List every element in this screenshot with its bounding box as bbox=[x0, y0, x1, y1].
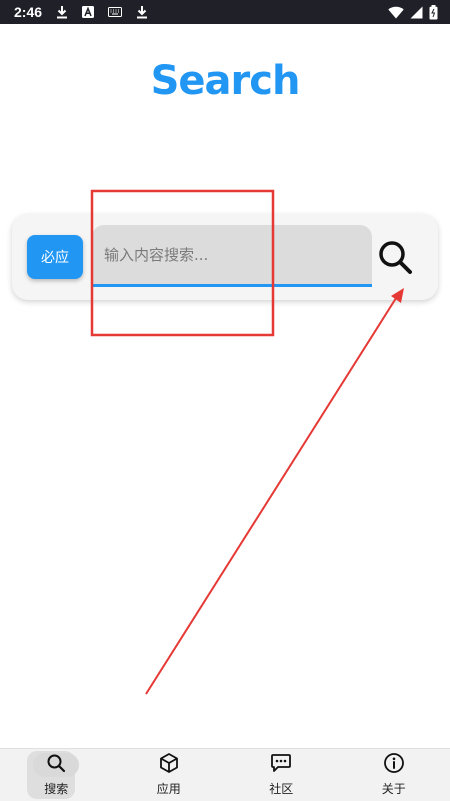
font-a-icon bbox=[82, 6, 94, 18]
nav-item-community[interactable]: 社区 bbox=[225, 749, 338, 801]
nav-label-community: 社区 bbox=[269, 780, 293, 797]
app-logo: Search bbox=[0, 58, 450, 104]
search-icon bbox=[46, 753, 66, 777]
search-input[interactable] bbox=[92, 225, 372, 287]
nav-item-about[interactable]: 关于 bbox=[338, 749, 450, 801]
nav-label-search: 搜索 bbox=[44, 780, 68, 797]
battery-icon bbox=[429, 5, 438, 20]
download-icon bbox=[56, 5, 68, 19]
cube-icon bbox=[158, 752, 180, 778]
nav-item-apps[interactable]: 应用 bbox=[113, 749, 226, 801]
search-engine-button[interactable]: 必应 bbox=[27, 235, 83, 279]
nav-label-about: 关于 bbox=[382, 780, 406, 797]
info-icon bbox=[383, 752, 405, 778]
chat-bubble-icon bbox=[270, 752, 292, 778]
bottom-nav: 搜索 应用 社区 关于 bbox=[0, 748, 450, 801]
keyboard-icon bbox=[108, 7, 122, 17]
annotation-overlay bbox=[0, 0, 450, 800]
signal-icon bbox=[410, 6, 423, 19]
search-button[interactable] bbox=[375, 237, 415, 277]
annotation-arrow bbox=[146, 295, 398, 694]
nav-item-search[interactable]: 搜索 bbox=[0, 749, 113, 801]
status-time: 2:46 bbox=[14, 4, 42, 20]
nav-label-apps: 应用 bbox=[157, 780, 181, 797]
download-icon bbox=[136, 5, 148, 19]
status-bar: 2:46 bbox=[0, 0, 450, 24]
wifi-icon bbox=[388, 6, 404, 19]
search-icon bbox=[375, 265, 415, 280]
